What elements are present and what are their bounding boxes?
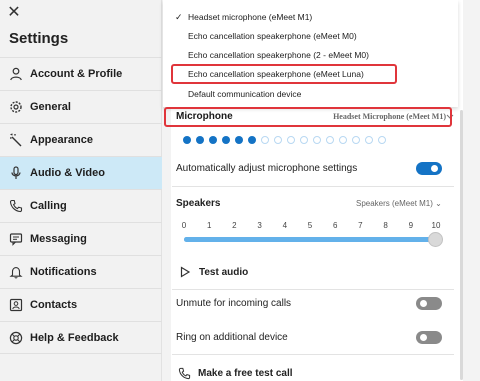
unmute-incoming-label: Unmute for incoming calls: [176, 298, 292, 309]
volume-tick-label: 9: [408, 221, 414, 230]
sidebar-item-contacts[interactable]: Contacts: [0, 288, 162, 321]
sidebar-item-general[interactable]: General: [0, 90, 162, 123]
volume-tick-label: 6: [332, 221, 338, 230]
sidebar-item-label: Notifications: [30, 266, 97, 278]
divider: [172, 354, 454, 355]
volume-tick-label: 4: [282, 221, 288, 230]
sidebar-item-appearance[interactable]: Appearance: [0, 123, 162, 156]
highlight-box: [164, 107, 452, 127]
level-dot: [287, 136, 295, 144]
volume-tick-label: 7: [358, 221, 363, 230]
level-dot: [209, 136, 217, 144]
phone-icon: [177, 366, 191, 380]
play-icon: [178, 265, 192, 279]
level-dot: [183, 136, 191, 144]
toggle-knob: [420, 300, 427, 307]
sidebar-item-label: Audio & Video: [30, 167, 105, 179]
message-icon: [8, 231, 24, 247]
level-dot: [248, 136, 256, 144]
auto-adjust-toggle[interactable]: [416, 162, 442, 175]
level-dot: [378, 136, 386, 144]
person-icon: [8, 66, 24, 82]
level-dot: [235, 136, 243, 144]
phone-icon: [8, 198, 24, 214]
volume-tick-label: 10: [431, 221, 441, 230]
slider-thumb[interactable]: [428, 232, 443, 247]
sidebar-item-audio-video[interactable]: Audio & Video: [0, 156, 162, 189]
speakers-selector[interactable]: Speakers (eMeet M1) ⌄: [356, 199, 442, 208]
volume-scale: 0 1 2 3 4 5 6 7 8 9 10: [180, 221, 441, 233]
toggle-knob: [420, 334, 427, 341]
microphone-device-dropdown: ✓ Headset microphone (eMeet M1) Echo can…: [163, 0, 458, 107]
sidebar-item-messaging[interactable]: Messaging: [0, 222, 162, 255]
level-dot: [300, 136, 308, 144]
magic-wand-icon: [8, 132, 24, 148]
sidebar-item-help-feedback[interactable]: Help & Feedback: [0, 321, 162, 354]
dropdown-option[interactable]: Echo cancellation speakerphone (eMeet M0…: [163, 27, 458, 46]
unmute-incoming-toggle[interactable]: [416, 297, 442, 310]
level-dot: [261, 136, 269, 144]
sidebar-item-label: General: [30, 101, 71, 113]
level-dot: [339, 136, 347, 144]
sidebar-item-label: Calling: [30, 200, 67, 212]
sidebar-item-label: Appearance: [30, 134, 93, 146]
dropdown-option[interactable]: Default communication device: [163, 85, 458, 104]
sidebar-item-label: Account & Profile: [30, 68, 123, 80]
dropdown-option[interactable]: ✓ Headset microphone (eMeet M1): [163, 8, 458, 27]
dropdown-option[interactable]: Echo cancellation speakerphone (2 - eMee…: [163, 46, 458, 65]
sidebar-item-label: Help & Feedback: [30, 331, 119, 344]
close-icon[interactable]: ✕: [6, 4, 22, 20]
highlight-box: [171, 64, 397, 84]
ring-additional-label: Ring on additional device: [176, 332, 288, 343]
checkmark-icon: ✓: [175, 12, 183, 22]
microphone-level-meter: [183, 136, 386, 144]
toggle-knob: [431, 165, 438, 172]
divider: [172, 289, 454, 290]
settings-sidebar: ✕ Settings Account & Profile General App…: [0, 0, 162, 381]
sidebar-item-account-profile[interactable]: Account & Profile: [0, 57, 162, 90]
speakers-title: Speakers: [176, 198, 221, 209]
divider: [172, 186, 454, 187]
sidebar-item-label: Messaging: [30, 233, 87, 245]
scrollbar[interactable]: [460, 110, 463, 380]
speakers-device-value: Speakers (eMeet M1): [356, 199, 433, 208]
speaker-volume-slider[interactable]: [184, 232, 443, 247]
volume-tick-label: 2: [232, 221, 237, 230]
settings-title: Settings: [9, 30, 69, 47]
sidebar-item-calling[interactable]: Calling: [0, 189, 162, 222]
volume-tick-label: 8: [383, 221, 388, 230]
level-dot: [313, 136, 321, 144]
level-dot: [196, 136, 204, 144]
volume-tick-label: 3: [257, 221, 262, 230]
level-dot: [274, 136, 282, 144]
slider-fill: [184, 237, 436, 242]
level-dot: [326, 136, 334, 144]
contacts-icon: [8, 297, 24, 313]
ring-additional-toggle[interactable]: [416, 331, 442, 344]
level-dot: [365, 136, 373, 144]
sidebar-item-label: Contacts: [30, 299, 78, 311]
sidebar-item-notifications[interactable]: Notifications: [0, 255, 162, 288]
settings-nav: Account & Profile General Appearance Aud…: [0, 57, 162, 354]
auto-adjust-label: Automatically adjust microphone settings: [176, 163, 358, 174]
help-icon: [8, 330, 24, 346]
test-audio-button[interactable]: Test audio: [178, 265, 248, 279]
volume-tick-label: 0: [181, 221, 187, 230]
bell-icon: [8, 264, 24, 280]
microphone-icon: [8, 165, 24, 181]
level-dot: [352, 136, 360, 144]
volume-tick-label: 5: [307, 221, 313, 230]
volume-tick-label: 1: [206, 221, 212, 230]
chevron-down-icon: ⌄: [435, 199, 442, 208]
level-dot: [222, 136, 230, 144]
free-test-call-button[interactable]: Make a free test call: [177, 366, 293, 380]
gear-icon: [8, 99, 24, 115]
